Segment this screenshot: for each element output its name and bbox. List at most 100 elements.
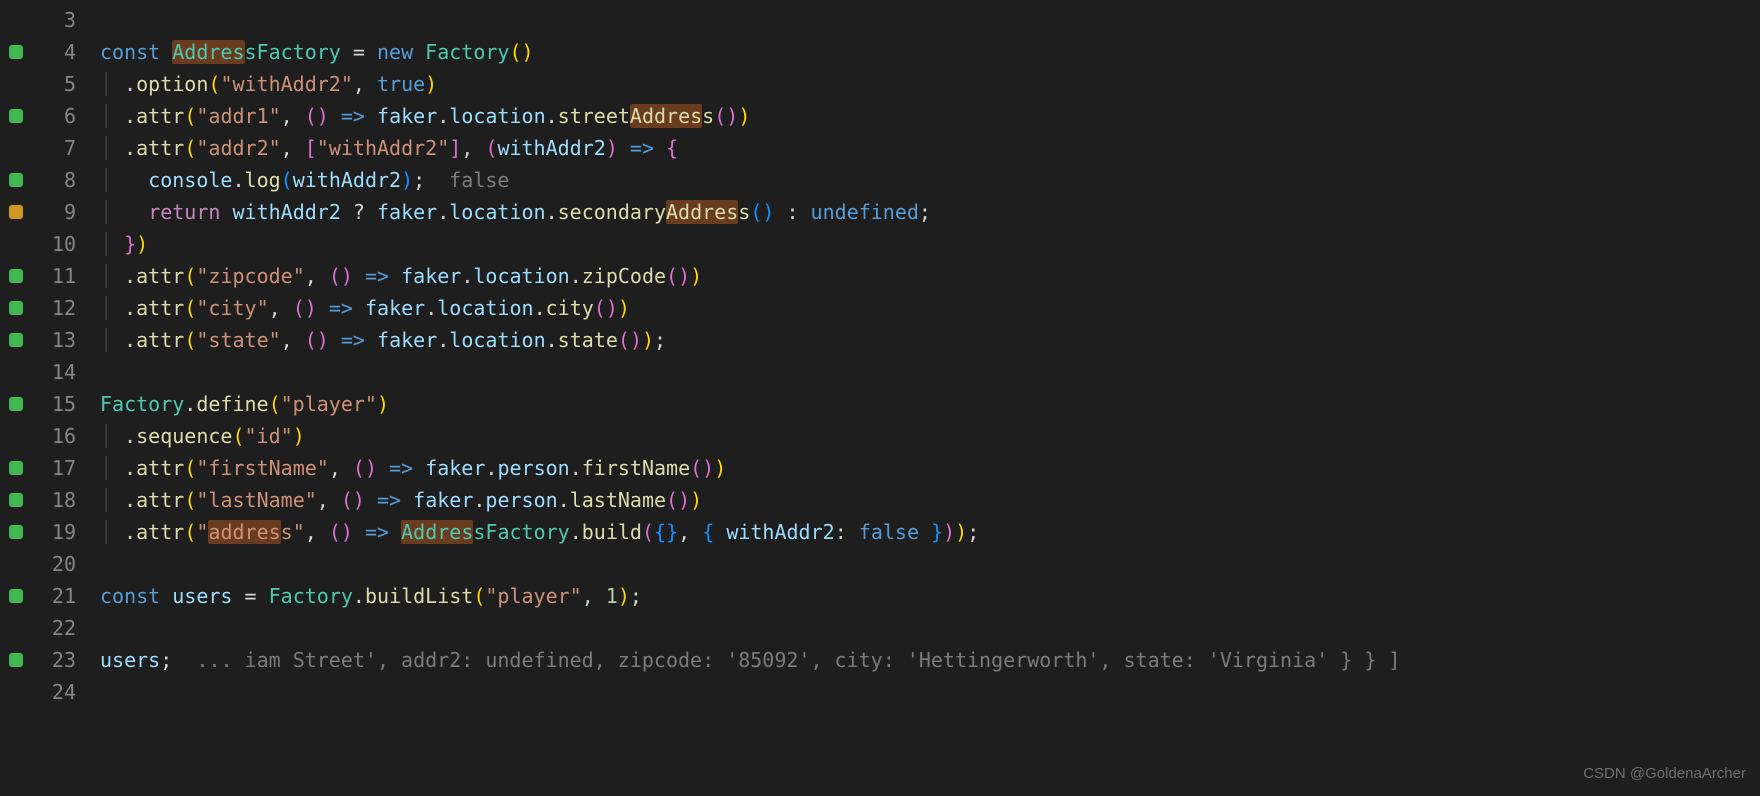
code-token: ( bbox=[305, 104, 317, 128]
code-token: "player" bbox=[281, 392, 377, 416]
code-token: . bbox=[124, 488, 136, 512]
code-line[interactable]: 8│ console.log(withAddr2); false bbox=[0, 164, 1760, 196]
code-token: withAddr2 bbox=[726, 520, 834, 544]
code-line[interactable]: 13│ .attr("state", () => faker.location.… bbox=[0, 324, 1760, 356]
code-line[interactable]: 21const users = Factory.buildList("playe… bbox=[0, 580, 1760, 612]
code-content[interactable]: │ .attr("zipcode", () => faker.location.… bbox=[100, 260, 1760, 292]
code-content[interactable]: const AddressFactory = new Factory() bbox=[100, 36, 1760, 68]
code-line[interactable]: 12│ .attr("city", () => faker.location.c… bbox=[0, 292, 1760, 324]
code-line[interactable]: 17│ .attr("firstName", () => faker.perso… bbox=[0, 452, 1760, 484]
code-content[interactable]: │ .option("withAddr2", true) bbox=[100, 68, 1760, 100]
code-token: "withAddr2" bbox=[220, 72, 352, 96]
code-line[interactable]: 14 bbox=[0, 356, 1760, 388]
indent-guide: │ bbox=[100, 456, 124, 480]
code-token: ) bbox=[762, 200, 774, 224]
code-token: define bbox=[196, 392, 268, 416]
code-content[interactable]: │ .attr("lastName", () => faker.person.l… bbox=[100, 484, 1760, 516]
code-token: ) bbox=[690, 264, 702, 288]
code-token: ) bbox=[702, 456, 714, 480]
code-line[interactable]: 9│ return withAddr2 ? faker.location.sec… bbox=[0, 196, 1760, 228]
code-token: s bbox=[245, 40, 257, 64]
code-line[interactable]: 6│ .attr("addr1", () => faker.location.s… bbox=[0, 100, 1760, 132]
code-token: ) bbox=[317, 328, 329, 352]
code-line[interactable]: 20 bbox=[0, 548, 1760, 580]
code-line[interactable]: 18│ .attr("lastName", () => faker.person… bbox=[0, 484, 1760, 516]
line-number: 7 bbox=[32, 132, 100, 164]
code-token: , bbox=[305, 520, 329, 544]
code-token: . bbox=[124, 264, 136, 288]
code-line[interactable]: 10│ }) bbox=[0, 228, 1760, 260]
code-line[interactable]: 19│ .attr("address", () => AddressFactor… bbox=[0, 516, 1760, 548]
code-token: attr bbox=[136, 520, 184, 544]
diff-added-icon bbox=[9, 589, 23, 603]
code-content[interactable]: │ .attr("address", () => AddressFactory.… bbox=[100, 516, 1760, 548]
indent-guide: │ bbox=[100, 232, 124, 256]
code-editor[interactable]: 34const AddressFactory = new Factory()5│… bbox=[0, 0, 1760, 708]
code-line[interactable]: 22 bbox=[0, 612, 1760, 644]
code-token: . bbox=[461, 264, 473, 288]
diff-added-icon bbox=[9, 397, 23, 411]
code-token: ( bbox=[305, 328, 317, 352]
code-token: . bbox=[570, 264, 582, 288]
code-token: Factory bbox=[100, 392, 184, 416]
line-number: 24 bbox=[32, 676, 100, 708]
code-token: log bbox=[245, 168, 281, 192]
code-token: { bbox=[654, 520, 666, 544]
code-line[interactable]: 7│ .attr("addr2", ["withAddr2"], (withAd… bbox=[0, 132, 1760, 164]
code-content[interactable]: │ console.log(withAddr2); false bbox=[100, 164, 1760, 196]
code-token: undefined bbox=[811, 200, 919, 224]
code-line[interactable]: 5│ .option("withAddr2", true) bbox=[0, 68, 1760, 100]
gutter-diff-marker bbox=[0, 589, 32, 603]
code-token: ) bbox=[305, 296, 317, 320]
code-token bbox=[365, 328, 377, 352]
code-token: . bbox=[546, 104, 558, 128]
code-line[interactable]: 11│ .attr("zipcode", () => faker.locatio… bbox=[0, 260, 1760, 292]
code-token: . bbox=[534, 296, 546, 320]
code-token: ; bbox=[630, 584, 642, 608]
code-content[interactable]: users; ... iam Street', addr2: undefined… bbox=[100, 644, 1760, 676]
code-token: " bbox=[196, 520, 208, 544]
code-line[interactable]: 23users; ... iam Street', addr2: undefin… bbox=[0, 644, 1760, 676]
line-number: 22 bbox=[32, 612, 100, 644]
code-token: => bbox=[389, 456, 413, 480]
code-token bbox=[413, 456, 425, 480]
code-content[interactable]: │ .attr("addr1", () => faker.location.st… bbox=[100, 100, 1760, 132]
code-token: false bbox=[449, 168, 509, 192]
code-token bbox=[377, 456, 389, 480]
code-token bbox=[257, 584, 269, 608]
code-content[interactable]: const users = Factory.buildList("player"… bbox=[100, 580, 1760, 612]
code-token: ) bbox=[606, 136, 618, 160]
code-token bbox=[401, 488, 413, 512]
code-content[interactable]: │ .attr("state", () => faker.location.st… bbox=[100, 324, 1760, 356]
indent-guide: │ bbox=[100, 200, 124, 224]
code-token: . bbox=[558, 488, 570, 512]
code-content[interactable]: │ }) bbox=[100, 228, 1760, 260]
diff-added-icon bbox=[9, 45, 23, 59]
code-content[interactable]: Factory.define("player") bbox=[100, 388, 1760, 420]
code-content[interactable]: │ .attr("addr2", ["withAddr2"], (withAdd… bbox=[100, 132, 1760, 164]
code-token: , bbox=[461, 136, 485, 160]
code-token: faker bbox=[401, 264, 461, 288]
code-line[interactable]: 4const AddressFactory = new Factory() bbox=[0, 36, 1760, 68]
code-token: attr bbox=[136, 104, 184, 128]
code-content[interactable]: │ return withAddr2 ? faker.location.seco… bbox=[100, 196, 1760, 228]
indent-guide: │ bbox=[100, 168, 124, 192]
line-number: 21 bbox=[32, 580, 100, 612]
code-token: ) bbox=[341, 520, 353, 544]
code-token: attr bbox=[136, 136, 184, 160]
line-number: 19 bbox=[32, 516, 100, 548]
code-token: ( bbox=[184, 136, 196, 160]
code-line[interactable]: 24 bbox=[0, 676, 1760, 708]
code-token: ; bbox=[413, 168, 425, 192]
line-number: 4 bbox=[32, 36, 100, 68]
code-content[interactable]: │ .sequence("id") bbox=[100, 420, 1760, 452]
diff-added-icon bbox=[9, 109, 23, 123]
code-token: ) bbox=[678, 264, 690, 288]
code-line[interactable]: 3 bbox=[0, 4, 1760, 36]
code-line[interactable]: 16│ .sequence("id") bbox=[0, 420, 1760, 452]
code-token: street bbox=[558, 104, 630, 128]
code-content[interactable]: │ .attr("firstName", () => faker.person.… bbox=[100, 452, 1760, 484]
code-content[interactable]: │ .attr("city", () => faker.location.cit… bbox=[100, 292, 1760, 324]
code-token: city bbox=[546, 296, 594, 320]
code-line[interactable]: 15Factory.define("player") bbox=[0, 388, 1760, 420]
